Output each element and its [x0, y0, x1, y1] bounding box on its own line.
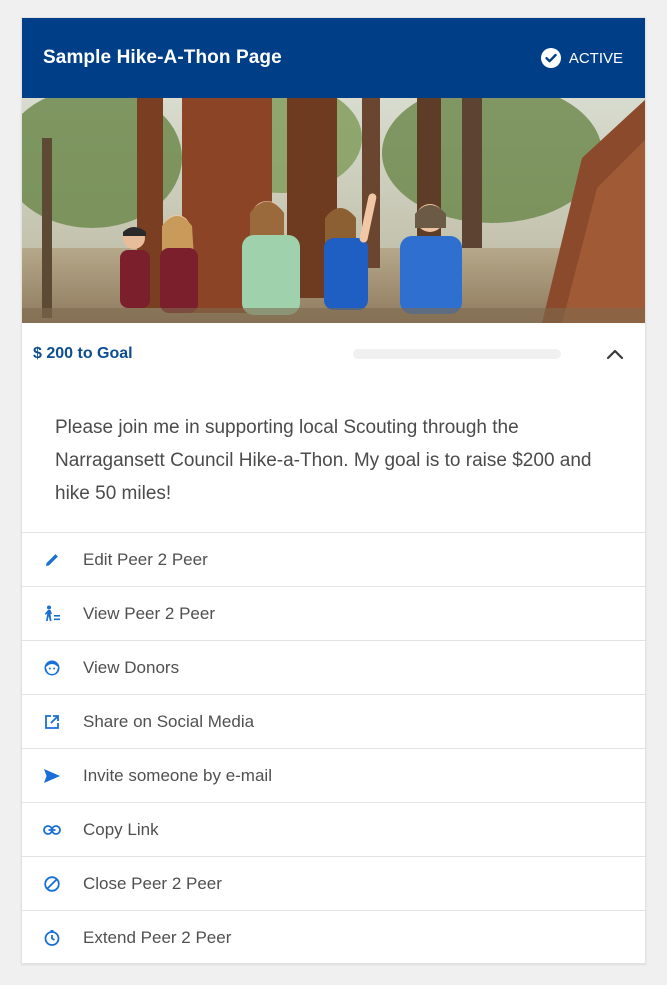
- send-icon: [41, 765, 63, 787]
- status-text: ACTIVE: [568, 49, 623, 67]
- goal-amount: $ 200 to Goal: [33, 344, 133, 362]
- action-label: Extend Peer 2 Peer: [83, 928, 232, 947]
- hike-photo: [22, 98, 645, 323]
- action-label: Close Peer 2 Peer: [83, 873, 222, 893]
- view-donors-button[interactable]: View Donors: [22, 641, 645, 695]
- share-social-button[interactable]: Share on Social Media: [22, 695, 645, 749]
- goal-progress-bar: [353, 348, 561, 359]
- link-icon: [41, 819, 63, 841]
- chevron-up-icon: [606, 349, 624, 359]
- invite-email-button[interactable]: Invite someone by e-mail: [22, 749, 645, 803]
- action-list: Edit Peer 2 Peer View Peer 2 Peer View D…: [22, 533, 645, 963]
- action-label: Share on Social Media: [83, 711, 255, 731]
- campaign-description: Please join me in supporting local Scout…: [22, 385, 645, 533]
- face-icon: [41, 657, 63, 679]
- timer-icon: [41, 927, 63, 949]
- collapse-toggle[interactable]: [605, 344, 625, 364]
- action-label: View Donors: [83, 657, 180, 677]
- page-title: Sample Hike-A-Thon Page: [43, 47, 282, 68]
- card-header: Sample Hike-A-Thon Page ACTIVE: [22, 18, 645, 98]
- action-label: Copy Link: [83, 819, 159, 839]
- action-label: Invite someone by e-mail: [83, 765, 272, 785]
- status-badge: ACTIVE: [540, 48, 623, 68]
- goal-row: $ 200 to Goal: [22, 323, 645, 385]
- edit-peer-button[interactable]: Edit Peer 2 Peer: [22, 533, 645, 587]
- check-circle-icon: [540, 48, 561, 68]
- external-link-icon: [41, 711, 63, 733]
- block-icon: [41, 873, 63, 895]
- pencil-icon: [41, 549, 63, 571]
- view-peer-button[interactable]: View Peer 2 Peer: [22, 587, 645, 641]
- copy-link-button[interactable]: Copy Link: [22, 803, 645, 857]
- action-label: View Peer 2 Peer: [83, 603, 215, 623]
- close-peer-button[interactable]: Close Peer 2 Peer: [22, 857, 645, 911]
- extend-peer-button[interactable]: Extend Peer 2 Peer: [22, 911, 645, 963]
- action-label: Edit Peer 2 Peer: [83, 549, 208, 569]
- hiker-icon: [41, 603, 63, 625]
- hikeathon-card: Sample Hike-A-Thon Page ACTIVE $ 200 to …: [21, 17, 646, 964]
